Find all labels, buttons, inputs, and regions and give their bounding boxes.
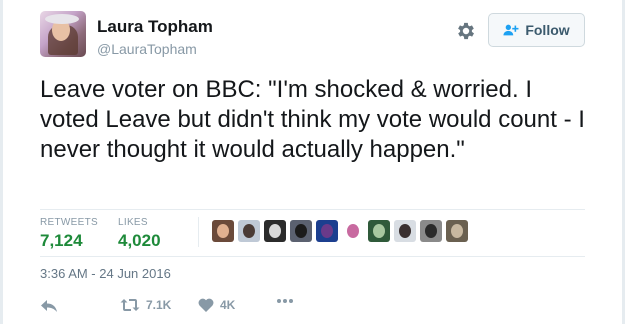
more-icon xyxy=(277,299,293,303)
liker-avatar-face xyxy=(373,224,385,238)
left-edge xyxy=(0,0,3,324)
liker-avatar[interactable] xyxy=(264,220,286,242)
retweets-count: 7,124 xyxy=(40,231,83,250)
liker-avatar-face xyxy=(321,224,333,238)
tweet-text: Leave voter on BBC: "I'm shocked & worri… xyxy=(40,76,585,163)
reply-icon xyxy=(41,300,57,312)
user-name[interactable]: Laura Topham xyxy=(97,17,213,37)
tweet-timestamp[interactable]: 3:36 AM - 24 Jun 2016 xyxy=(40,266,171,281)
retweets-stat[interactable]: RETWEETS 7,124 xyxy=(40,217,98,251)
stats-separator xyxy=(198,217,199,247)
likes-count: 4,020 xyxy=(118,231,161,250)
avatar[interactable] xyxy=(40,11,86,57)
avatar-hat xyxy=(45,14,79,24)
user-handle[interactable]: @LauraTopham xyxy=(97,41,197,57)
reply-button[interactable] xyxy=(40,298,58,314)
likes-label: LIKES xyxy=(118,217,148,228)
divider-top xyxy=(40,209,585,210)
tweet-header: Laura Topham @LauraTopham Follow xyxy=(40,11,585,63)
like-button[interactable]: 4K xyxy=(198,298,235,312)
liker-avatar-face xyxy=(243,224,255,238)
liker-avatar-face xyxy=(451,224,463,238)
liker-avatar[interactable] xyxy=(290,220,312,242)
add-user-icon xyxy=(503,24,519,36)
liker-avatar-face xyxy=(269,224,281,238)
retweets-label: RETWEETS xyxy=(40,217,98,228)
retweet-icon xyxy=(120,299,140,311)
liker-avatar-face xyxy=(399,224,411,238)
liker-avatar-face xyxy=(295,224,307,238)
liker-avatar[interactable] xyxy=(212,220,234,242)
liker-avatar[interactable] xyxy=(420,220,442,242)
likes-stat[interactable]: LIKES 4,020 xyxy=(118,217,161,251)
liker-avatar-face xyxy=(347,224,359,238)
divider-bottom xyxy=(40,256,585,257)
more-button[interactable] xyxy=(276,298,294,304)
liker-avatar[interactable] xyxy=(238,220,260,242)
liker-avatar[interactable] xyxy=(342,220,364,242)
like-count: 4K xyxy=(220,298,236,312)
heart-icon xyxy=(198,298,214,312)
follow-button[interactable]: Follow xyxy=(488,13,585,47)
liker-avatar-face xyxy=(217,224,229,238)
liker-avatar-face xyxy=(425,224,437,238)
follow-label: Follow xyxy=(525,22,570,38)
retweet-count: 7.1K xyxy=(146,298,172,312)
liker-avatars xyxy=(212,220,468,242)
liker-avatar[interactable] xyxy=(394,220,416,242)
retweet-button[interactable]: 7.1K xyxy=(120,298,171,312)
liker-avatar[interactable] xyxy=(446,220,468,242)
liker-avatar[interactable] xyxy=(368,220,390,242)
liker-avatar[interactable] xyxy=(316,220,338,242)
gear-icon[interactable] xyxy=(455,20,477,42)
